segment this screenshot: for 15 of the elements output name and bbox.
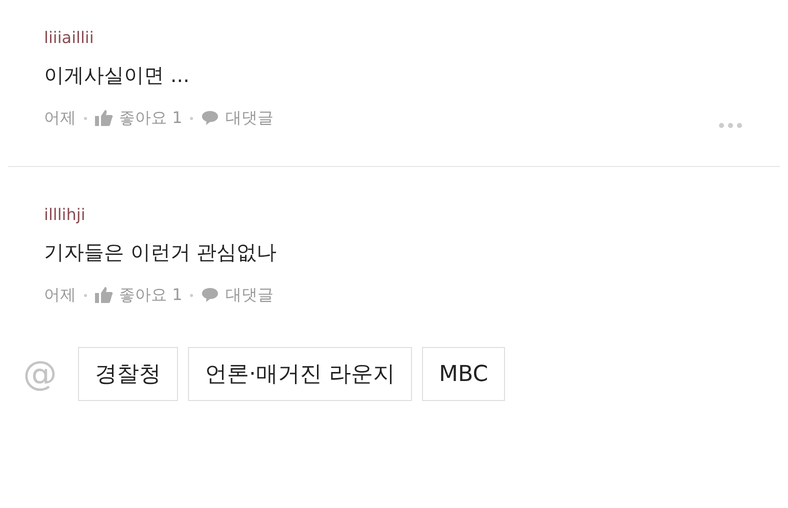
mention-symbol: @ [22, 354, 58, 394]
more-options-icon[interactable] [717, 121, 744, 130]
thumbs-up-icon [95, 110, 113, 126]
username[interactable]: liiiaillii [44, 26, 780, 50]
comment-time: 어제 [44, 284, 76, 306]
username[interactable]: illlihji [44, 203, 788, 227]
comment-time: 어제 [44, 107, 76, 129]
tag-chip[interactable]: 경찰청 [78, 347, 178, 401]
speech-bubble-icon [201, 287, 220, 303]
speech-bubble-icon [201, 110, 220, 126]
comment-text: 기자들은 이런거 관심없나 [44, 239, 278, 266]
comment-text: 이게사실이면 ... [44, 62, 190, 89]
tag-chip[interactable]: 언론·매거진 라운지 [188, 347, 412, 401]
tag-chip[interactable]: MBC [422, 347, 506, 401]
thumbs-up-icon [95, 287, 113, 303]
